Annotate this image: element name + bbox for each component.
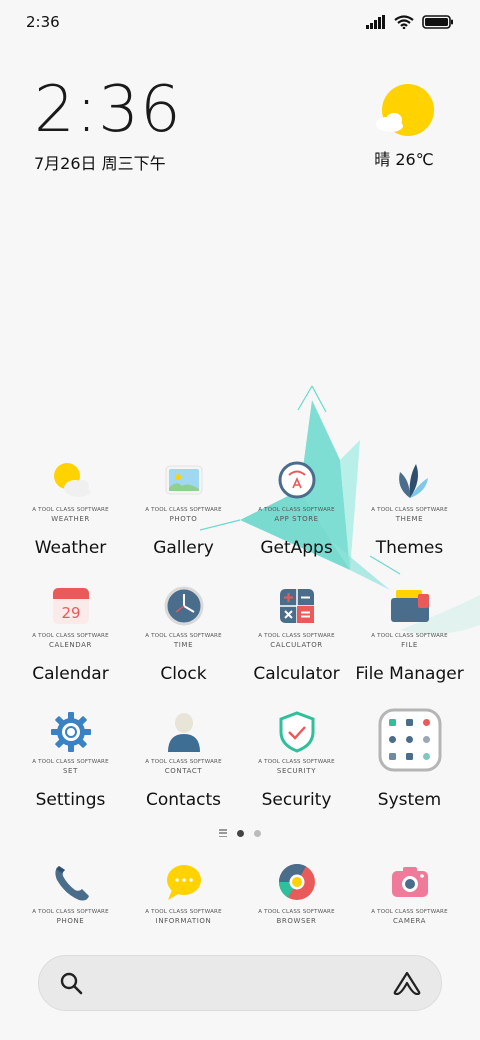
- app-settings[interactable]: A TOOL CLASS SOFTWARE SET Settings: [14, 710, 127, 814]
- wifi-icon: [394, 15, 414, 29]
- app-tag: CAMERA: [392, 917, 427, 925]
- search-bar[interactable]: [38, 955, 442, 1011]
- app-tag: WEATHER: [51, 515, 90, 523]
- app-caption: A TOOL CLASS SOFTWARE: [145, 633, 222, 639]
- page-dot-1[interactable]: [237, 829, 244, 837]
- app-caption: A TOOL CLASS SOFTWARE: [371, 507, 448, 513]
- app-label: File Manager: [355, 664, 464, 684]
- dock-camera[interactable]: A TOOL CLASS SOFTWARE CAMERA: [353, 860, 466, 932]
- clock-icon: [164, 586, 203, 626]
- app-security[interactable]: A TOOL CLASS SOFTWARE SECURITY Security: [240, 710, 353, 814]
- app-calendar[interactable]: 29 A TOOL CLASS SOFTWARE CALENDAR Calend…: [14, 584, 127, 688]
- app-caption: A TOOL CLASS SOFTWARE: [258, 633, 335, 639]
- status-time: 2:36: [26, 13, 60, 31]
- app-caption: A TOOL CLASS SOFTWARE: [32, 507, 109, 513]
- date-text: 7月26日 周三下午: [34, 154, 166, 173]
- calendar-day: 29: [61, 604, 80, 622]
- app-file-manager[interactable]: A TOOL CLASS SOFTWARE FILE File Manager: [353, 584, 466, 688]
- app-label: Themes: [375, 538, 444, 558]
- app-contacts[interactable]: A TOOL CLASS SOFTWARE CONTACT Contacts: [127, 710, 240, 814]
- app-tag: APP STORE: [274, 515, 319, 523]
- person-icon: [167, 713, 200, 752]
- app-caption: A TOOL CLASS SOFTWARE: [371, 633, 448, 639]
- app-caption: A TOOL CLASS SOFTWARE: [32, 759, 109, 765]
- signal-icon: [366, 15, 385, 29]
- app-tag: CALCULATOR: [270, 641, 323, 649]
- dock: A TOOL CLASS SOFTWARE PHONE A TOOL CLASS…: [14, 860, 466, 932]
- app-caption: A TOOL CLASS SOFTWARE: [258, 909, 335, 915]
- dock-phone[interactable]: A TOOL CLASS SOFTWARE PHONE: [14, 860, 127, 932]
- calendar-icon: 29: [52, 588, 89, 624]
- search-icon[interactable]: [59, 971, 83, 995]
- dock-messages[interactable]: A TOOL CLASS SOFTWARE INFORMATION: [127, 860, 240, 932]
- app-tag: BROWSER: [276, 917, 317, 925]
- status-icons: [366, 15, 454, 29]
- app-tag: FILE: [401, 641, 418, 649]
- app-themes[interactable]: A TOOL CLASS SOFTWARE THEME Themes: [353, 458, 466, 562]
- message-icon: [166, 865, 201, 900]
- weather-widget[interactable]: 晴 26℃: [364, 84, 444, 170]
- gallery-icon: [165, 465, 202, 495]
- weather-icon: [53, 463, 90, 497]
- app-tag: PHONE: [56, 917, 85, 925]
- app-label: Contacts: [146, 790, 221, 810]
- app-caption: A TOOL CLASS SOFTWARE: [145, 909, 222, 915]
- themes-icon: [398, 464, 428, 498]
- app-tag: SECURITY: [276, 767, 317, 775]
- app-tag: CONTACT: [164, 767, 203, 775]
- app-label: Security: [261, 790, 332, 810]
- app-caption: A TOOL CLASS SOFTWARE: [371, 909, 448, 915]
- dock-browser[interactable]: A TOOL CLASS SOFTWARE BROWSER: [240, 860, 353, 932]
- page-dot-2[interactable]: [254, 829, 261, 837]
- app-caption: A TOOL CLASS SOFTWARE: [32, 633, 109, 639]
- app-caption: A TOOL CLASS SOFTWARE: [145, 507, 222, 513]
- battery-icon: [422, 15, 453, 29]
- search-input[interactable]: [95, 963, 381, 1003]
- app-label: Clock: [160, 664, 207, 684]
- app-tag: TIME: [173, 641, 194, 649]
- app-label: System: [377, 790, 442, 810]
- folder-icon: [390, 590, 429, 622]
- app-gallery[interactable]: A TOOL CLASS SOFTWARE PHOTO Gallery: [127, 458, 240, 562]
- weather-text: 晴 26℃: [374, 150, 434, 169]
- app-tag: PHOTO: [169, 515, 198, 523]
- app-label: GetApps: [260, 538, 333, 558]
- status-bar: 2:36: [0, 0, 480, 44]
- app-calculator[interactable]: A TOOL CLASS SOFTWARE CALCULATOR Calcula…: [240, 584, 353, 688]
- clock-widget[interactable]: 2:36 7月26日 周三下午: [34, 78, 182, 174]
- app-tag: SET: [63, 767, 78, 775]
- app-system-folder[interactable]: System: [353, 708, 466, 814]
- camera-icon: [391, 867, 428, 897]
- app-caption: A TOOL CLASS SOFTWARE: [32, 909, 109, 915]
- sun-cloud-icon: [376, 84, 434, 136]
- app-drawer-indicator[interactable]: [219, 829, 227, 837]
- app-weather[interactable]: A TOOL CLASS SOFTWARE WEATHER Weather: [14, 458, 127, 562]
- app-tag: INFORMATION: [155, 917, 212, 925]
- app-caption: A TOOL CLASS SOFTWARE: [258, 507, 335, 513]
- app-grid: A TOOL CLASS SOFTWARE WEATHER Weather A …: [14, 458, 466, 814]
- app-label: Weather: [34, 538, 107, 558]
- shield-icon: [279, 711, 314, 753]
- app-getapps[interactable]: A TOOL CLASS SOFTWARE APP STORE GetApps: [240, 458, 353, 562]
- gear-icon: [50, 712, 91, 752]
- app-caption: A TOOL CLASS SOFTWARE: [258, 759, 335, 765]
- app-label: Calendar: [32, 664, 109, 684]
- phone-icon: [54, 866, 89, 901]
- app-clock[interactable]: A TOOL CLASS SOFTWARE TIME Clock: [127, 584, 240, 688]
- calculator-icon: [279, 589, 314, 623]
- app-tag: CALENDAR: [49, 641, 92, 649]
- browser-icon: [278, 863, 315, 900]
- assistant-icon[interactable]: [393, 971, 421, 995]
- page-indicator[interactable]: [0, 829, 480, 837]
- app-tag: THEME: [395, 515, 424, 523]
- big-clock-time: 2:36: [34, 73, 182, 147]
- system-folder-icon: [378, 708, 441, 772]
- getapps-icon: [278, 461, 315, 499]
- app-label: Gallery: [153, 538, 214, 558]
- app-label: Settings: [35, 790, 106, 810]
- app-caption: A TOOL CLASS SOFTWARE: [145, 759, 222, 765]
- app-label: Calculator: [253, 664, 340, 684]
